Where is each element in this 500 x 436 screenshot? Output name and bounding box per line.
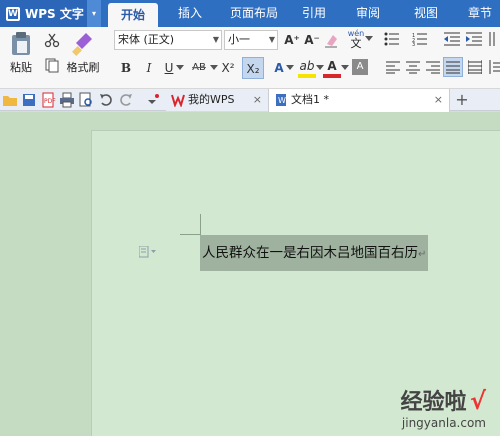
chevron-down-icon[interactable] bbox=[341, 65, 349, 71]
clipboard-icon bbox=[12, 32, 30, 55]
tab-review[interactable]: 审阅 bbox=[350, 0, 386, 27]
italic-button[interactable]: I bbox=[140, 59, 158, 77]
copy-icon[interactable] bbox=[44, 57, 60, 73]
selected-text[interactable]: 人民群众在一是右因木吕地国百右历↵ bbox=[200, 235, 429, 271]
decrease-indent-icon[interactable] bbox=[444, 32, 460, 46]
svg-text:W: W bbox=[278, 96, 286, 105]
paste-label: 粘贴 bbox=[10, 61, 32, 74]
print-icon[interactable] bbox=[59, 92, 75, 108]
chevron-down-icon[interactable] bbox=[365, 36, 373, 42]
document-tabs-bar: PDF 我的WPS × W 文档1 * × + bbox=[0, 89, 500, 112]
tab-page-layout[interactable]: 页面布局 bbox=[222, 0, 286, 27]
clear-format-icon[interactable] bbox=[324, 32, 338, 48]
close-icon[interactable]: × bbox=[253, 89, 262, 111]
font-name-value: 宋体 (正文) bbox=[118, 33, 175, 46]
export-pdf-icon[interactable]: PDF bbox=[40, 92, 56, 108]
undo-icon[interactable] bbox=[98, 92, 114, 108]
line-spacing-icon[interactable] bbox=[488, 60, 500, 74]
distributed-align-icon[interactable] bbox=[468, 60, 482, 74]
strikethrough-button[interactable]: AB bbox=[188, 59, 210, 77]
watermark: 经验啦 √ jingyanla.com bbox=[400, 384, 486, 430]
chevron-down-icon[interactable] bbox=[210, 65, 218, 71]
chevron-down-icon: ▼ bbox=[212, 35, 219, 44]
document-icon: W bbox=[276, 94, 286, 106]
increase-indent-icon[interactable] bbox=[466, 32, 482, 46]
tab-references[interactable]: 引用 bbox=[296, 0, 332, 27]
checkmark-icon: √ bbox=[469, 387, 486, 415]
svg-text:PDF: PDF bbox=[44, 98, 56, 105]
tab-document1[interactable]: W 文档1 * × bbox=[268, 89, 450, 112]
tab-home[interactable]: 开始 bbox=[108, 3, 158, 27]
watermark-title: 经验啦 bbox=[400, 390, 467, 415]
text-direction-icon[interactable] bbox=[488, 32, 500, 46]
save-icon[interactable] bbox=[21, 92, 37, 108]
paintbrush-icon bbox=[72, 33, 92, 56]
format-painter-button[interactable]: 格式刷 bbox=[64, 31, 102, 75]
phonetic-bottom: 文 bbox=[350, 37, 362, 50]
tab-my-wps-label: 我的WPS bbox=[188, 93, 235, 106]
grow-font-button[interactable]: A⁺ bbox=[283, 31, 301, 49]
subscript-button[interactable]: X₂ bbox=[242, 57, 264, 79]
phonetic-guide-button[interactable]: wén 文 bbox=[346, 29, 366, 49]
highlight-button[interactable]: ab bbox=[298, 58, 316, 78]
align-right-icon[interactable] bbox=[426, 60, 440, 74]
align-left-icon[interactable] bbox=[386, 60, 400, 74]
new-tab-button[interactable]: + bbox=[454, 89, 470, 111]
print-preview-icon[interactable] bbox=[78, 92, 94, 108]
tab-view[interactable]: 视图 bbox=[408, 0, 444, 27]
font-size-select[interactable]: 小一 ▼ bbox=[224, 30, 278, 50]
customize-quickbar-icon[interactable] bbox=[145, 92, 161, 108]
shrink-font-button[interactable]: A⁻ bbox=[303, 31, 321, 49]
paragraph-mark: ↵ bbox=[418, 249, 427, 260]
font-color-button[interactable]: A bbox=[323, 58, 341, 78]
bold-button[interactable]: B bbox=[117, 59, 135, 77]
body-text: 人民群众在一是右因木吕地国百右历 bbox=[202, 245, 418, 261]
format-painter-label: 格式刷 bbox=[66, 61, 100, 74]
ribbon-toolbar: 粘贴 格式刷 宋体 (正文) ▼ 小一 ▼ A⁺ A⁻ wén 文 1 2 3 … bbox=[0, 27, 500, 89]
wps-home-icon bbox=[171, 94, 185, 107]
bullet-list-icon[interactable] bbox=[384, 32, 400, 46]
char-shading-button[interactable]: A bbox=[352, 59, 368, 75]
scissors-icon[interactable] bbox=[44, 32, 60, 48]
open-folder-icon[interactable] bbox=[2, 92, 18, 108]
justify-icon bbox=[446, 61, 460, 74]
redo-icon[interactable] bbox=[118, 92, 134, 108]
svg-text:3: 3 bbox=[412, 42, 415, 46]
align-center-icon[interactable] bbox=[406, 60, 420, 74]
chevron-down-icon[interactable] bbox=[176, 65, 184, 71]
chevron-down-icon[interactable]: ▾ bbox=[87, 0, 101, 27]
tab-insert[interactable]: 插入 bbox=[170, 0, 210, 27]
watermark-url: jingyanla.com bbox=[401, 416, 486, 430]
margin-corner-mark bbox=[180, 234, 201, 235]
app-title: WPS 文字 bbox=[25, 7, 84, 21]
wps-logo-icon: W bbox=[6, 6, 20, 21]
document-workspace: 人民群众在一是右因木吕地国百右历↵ 经验啦 √ jingyanla.com bbox=[0, 112, 500, 436]
tab-document1-label: 文档1 * bbox=[291, 93, 329, 106]
close-icon[interactable]: × bbox=[434, 89, 443, 111]
paragraph-layout-icon[interactable] bbox=[138, 245, 157, 261]
font-size-value: 小一 bbox=[228, 33, 250, 46]
font-name-select[interactable]: 宋体 (正文) ▼ bbox=[114, 30, 222, 50]
margin-corner-mark bbox=[200, 214, 201, 235]
app-menu-button[interactable]: W WPS 文字 ▾ bbox=[0, 0, 101, 27]
paste-button[interactable]: 粘贴 bbox=[4, 31, 38, 75]
numbered-list-icon[interactable]: 123 bbox=[412, 32, 428, 46]
justify-button[interactable] bbox=[443, 57, 463, 77]
tab-chapter[interactable]: 章节 bbox=[462, 0, 498, 27]
chevron-down-icon: ▼ bbox=[268, 35, 275, 44]
tab-my-wps[interactable]: 我的WPS × bbox=[166, 89, 268, 111]
superscript-button[interactable]: X² bbox=[218, 59, 238, 77]
chevron-down-icon[interactable] bbox=[286, 65, 294, 71]
ribbon-header: W WPS 文字 ▾ 开始 插入 页面布局 引用 审阅 视图 章节 bbox=[0, 0, 500, 27]
